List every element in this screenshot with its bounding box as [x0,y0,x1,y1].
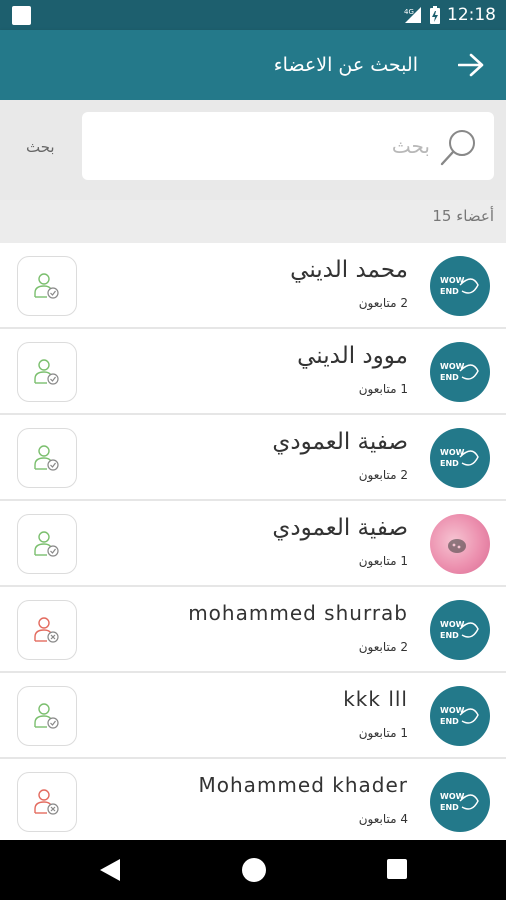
status-bar: 4G 12:18 [0,0,506,30]
user-remove-icon [34,617,59,643]
svg-text:END: END [440,803,459,812]
avatar: WOW END [430,600,490,660]
followers-count: 1 متابعون [358,726,408,740]
list-item[interactable]: WOW END mohammed shurrab 2 متابعون [0,587,506,673]
user-followed-icon [34,359,59,385]
nav-recent-apps-icon[interactable] [387,859,407,879]
followers-count: 4 متابعون [358,812,408,826]
notification-icon [12,6,31,25]
list-item[interactable]: WOW END Mohammed khader 4 متابعون [0,759,506,845]
avatar: WOW END [430,342,490,402]
avatar: WOW END [430,428,490,488]
system-nav-bar [0,840,506,900]
member-name: صفية العمودي [272,515,408,541]
svg-text:END: END [440,717,459,726]
logo-icon: WOWEND [440,792,479,812]
user-followed-icon [34,531,59,557]
list-item[interactable]: WOW END kkk lll 1 متابعون [0,673,506,759]
member-name: kkk lll [343,687,408,711]
member-name: صفية العمودي [272,429,408,455]
battery-icon [430,6,440,24]
profile-photo-icon [448,539,466,553]
list-item[interactable]: صفية العمودي 1 متابعون [0,501,506,587]
member-name: موود الديني [297,343,408,369]
unfollow-button[interactable] [17,772,77,832]
member-name: Mohammed khader [198,773,408,797]
svg-text:4G: 4G [404,8,414,16]
logo-icon: WOWEND [440,362,479,382]
svg-text:END: END [440,287,459,296]
user-remove-icon [34,789,59,815]
follow-button[interactable] [17,514,77,574]
members-count: أعضاء 15 [432,207,494,225]
follow-button[interactable] [17,256,77,316]
page-title: البحث عن الاعضاء [273,54,418,76]
svg-text:END: END [440,631,459,640]
signal-icon: 4G [404,7,421,23]
follow-button[interactable] [17,342,77,402]
avatar: WOW END [430,772,490,832]
avatar-photo [430,514,490,574]
user-followed-icon [34,445,59,471]
search-label: بحث [26,138,55,156]
nav-home-icon[interactable] [242,858,266,882]
list-item[interactable]: WOW END موود الديني 1 متابعون [0,329,506,415]
avatar: WOW END [430,256,490,316]
followers-count: 2 متابعون [358,468,408,482]
followers-count: 2 متابعون [358,640,408,654]
unfollow-button[interactable] [17,600,77,660]
search-box[interactable] [82,112,494,180]
logo-icon: WOWEND [440,276,479,296]
avatar: WOW END [430,686,490,746]
follow-button[interactable] [17,428,77,488]
list-item[interactable]: WOW END صفية العمودي 2 متابعون [0,415,506,501]
logo-icon: WOWEND [440,448,479,468]
user-followed-icon [34,703,59,729]
search-input[interactable] [100,126,430,166]
user-followed-icon [34,273,59,299]
followers-count: 1 متابعون [358,382,408,396]
member-list: WOW END محمد الديني 2 متابعون WOW END موود… [0,243,506,845]
back-arrow-icon[interactable] [458,53,484,77]
followers-count: 1 متابعون [358,554,408,568]
followers-count: 2 متابعون [358,296,408,310]
svg-text:END: END [440,373,459,382]
status-time: 12:18 [447,5,496,25]
svg-text:END: END [440,459,459,468]
logo-icon: WOWEND [440,706,479,726]
search-icon[interactable] [440,128,478,166]
member-name: mohammed shurrab [188,601,408,625]
search-area: بحث [0,100,506,200]
list-item[interactable]: WOW END محمد الديني 2 متابعون [0,243,506,329]
status-indicators: 4G 12:18 [403,0,496,30]
follow-button[interactable] [17,686,77,746]
logo-icon: WOWEND [440,620,479,640]
app-bar: البحث عن الاعضاء [0,30,506,100]
nav-back-icon[interactable] [100,859,120,881]
member-name: محمد الديني [290,257,408,283]
